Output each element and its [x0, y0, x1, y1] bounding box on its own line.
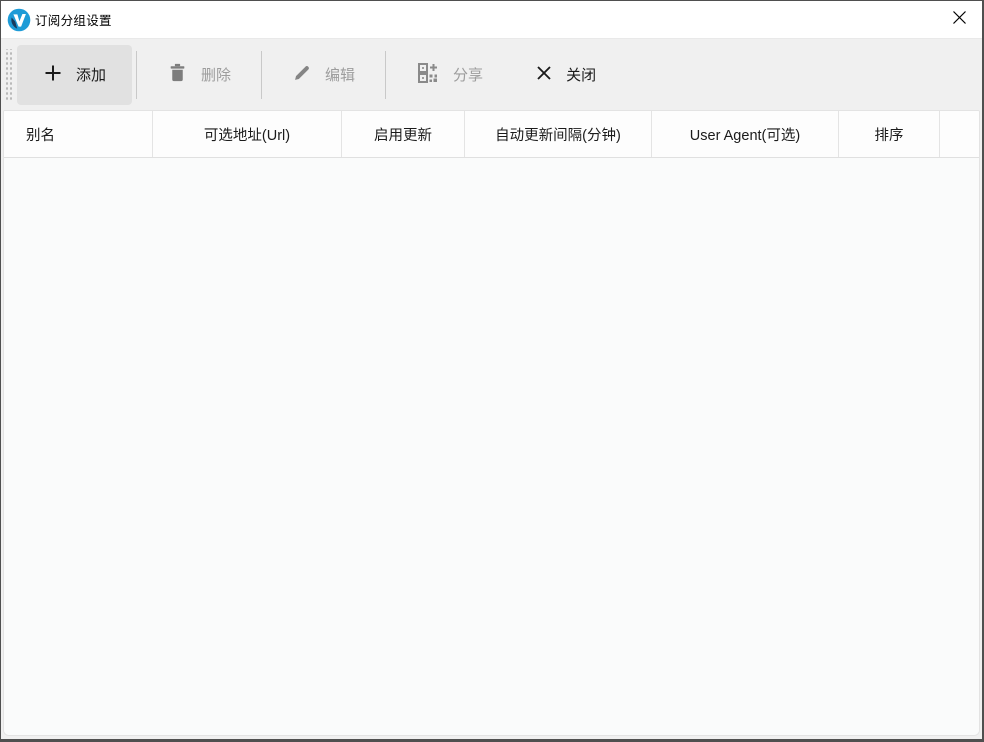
close-button-label: 关闭 [566, 64, 596, 85]
column-header-sort[interactable]: 排序 [839, 111, 940, 157]
titlebar[interactable]: 订阅分组设置 [1, 1, 982, 38]
window-title: 订阅分组设置 [35, 10, 112, 29]
plus-icon [43, 63, 63, 87]
v2rayn-logo-icon [7, 8, 31, 32]
column-header-url[interactable]: 可选地址(Url) [153, 111, 342, 157]
column-header-update-interval[interactable]: 自动更新间隔(分钟) [465, 111, 652, 157]
share-button[interactable]: 分享 [390, 45, 509, 105]
close-button[interactable]: 关闭 [509, 45, 622, 105]
pencil-icon [292, 63, 312, 87]
subscription-table: 别名 可选地址(Url) 启用更新 自动更新间隔(分钟) User Agent(… [3, 110, 980, 736]
column-header-user-agent[interactable]: User Agent(可选) [652, 111, 839, 157]
delete-button[interactable]: 删除 [141, 45, 257, 105]
window-close-button[interactable] [936, 1, 982, 38]
column-header-alias[interactable]: 别名 [4, 111, 153, 157]
edit-button-label: 编辑 [325, 64, 355, 85]
close-icon [535, 64, 553, 86]
column-header-filler [940, 111, 979, 157]
toolbar: 添加 删除 编辑 [1, 38, 982, 110]
toolbar-separator [136, 51, 137, 99]
toolbar-separator [261, 51, 262, 99]
subscription-group-settings-window: 订阅分组设置 添加 [0, 0, 984, 742]
edit-button[interactable]: 编辑 [266, 45, 381, 105]
delete-button-label: 删除 [201, 64, 231, 85]
qr-share-icon [416, 61, 440, 89]
close-x-icon [952, 10, 967, 30]
trash-icon [167, 62, 188, 87]
table-body-empty [4, 158, 979, 735]
add-button-label: 添加 [76, 64, 106, 85]
add-button[interactable]: 添加 [17, 45, 132, 105]
table-header-row: 别名 可选地址(Url) 启用更新 自动更新间隔(分钟) User Agent(… [4, 111, 979, 158]
column-header-enable-update[interactable]: 启用更新 [342, 111, 465, 157]
toolbar-separator [385, 51, 386, 99]
toolbar-grip[interactable] [4, 49, 12, 101]
share-button-label: 分享 [453, 64, 483, 85]
